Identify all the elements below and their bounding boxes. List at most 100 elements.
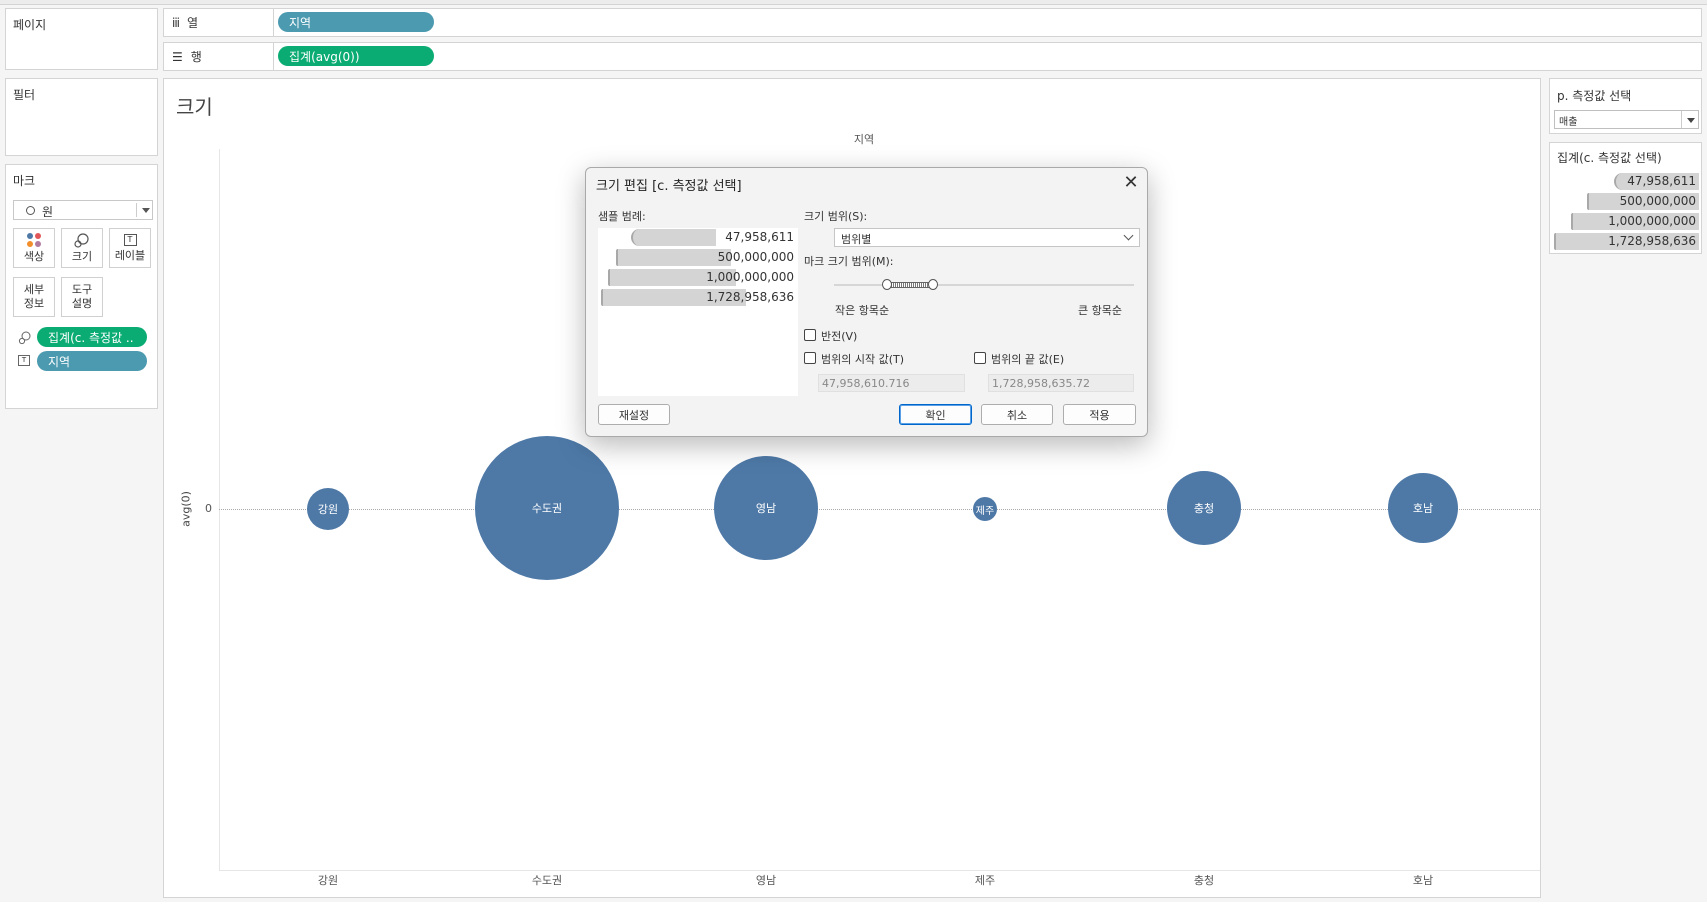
- chevron-down-icon: [1687, 118, 1695, 123]
- size-encoding-icon: [18, 331, 31, 345]
- sample-legend-value: 1,728,958,636: [706, 290, 794, 304]
- bubble-mark[interactable]: 호남: [1388, 473, 1458, 543]
- reset-button[interactable]: 재설정: [598, 404, 670, 425]
- end-value-checkbox[interactable]: [974, 352, 986, 364]
- rows-icon: ☰: [172, 49, 183, 64]
- parameter-dropdown[interactable]: 매출: [1554, 110, 1699, 129]
- sample-legend-bar: [631, 229, 716, 246]
- rows-shelf-header: ☰ 행: [164, 43, 274, 70]
- filters-card-title: 필터: [13, 88, 36, 102]
- column-header: 지역: [853, 133, 875, 146]
- pages-card[interactable]: 페이지: [5, 8, 158, 70]
- parameter-value: 매출: [1559, 117, 1578, 128]
- chevron-down-icon: [1681, 111, 1682, 128]
- zero-line: [219, 509, 1540, 510]
- detail-button[interactable]: 세부 정보: [13, 277, 55, 317]
- small-label: 작은 항목순: [835, 304, 890, 317]
- dropdown-divider: [136, 203, 137, 217]
- columns-shelf[interactable]: iii 열 지역: [163, 8, 1702, 37]
- tooltip-button-label: 도구 설명: [71, 283, 93, 310]
- size-legend-value: 47,958,611: [1627, 174, 1696, 188]
- end-value-text: 1,728,958,635.72: [992, 377, 1090, 390]
- columns-shelf-header: iii 열: [164, 9, 274, 36]
- columns-pill[interactable]: 지역: [278, 12, 434, 32]
- y-axis-label: avg(0): [179, 491, 193, 527]
- label-field-pill[interactable]: 지역: [37, 351, 147, 371]
- bubble-mark[interactable]: 영남: [714, 456, 818, 560]
- size-range-value: 범위별: [841, 233, 872, 246]
- bubble-mark[interactable]: 강원: [307, 488, 349, 530]
- end-value-field[interactable]: 1,728,958,635.72: [988, 374, 1134, 392]
- rows-shelf[interactable]: ☰ 행 집계(avg(0)): [163, 42, 1702, 71]
- size-icon: [74, 232, 89, 248]
- size-slider-track: [834, 284, 1134, 286]
- x-tick-label: 수도권: [531, 874, 563, 887]
- chevron-down-icon: [1123, 230, 1134, 241]
- size-range-dropdown[interactable]: 범위별: [834, 228, 1140, 247]
- size-legend-value: 1,000,000,000: [1608, 214, 1696, 228]
- reverse-checkbox[interactable]: [804, 329, 816, 341]
- start-value-field[interactable]: 47,958,610.716: [818, 374, 965, 392]
- end-value-label: 범위의 끝 값(E): [991, 353, 1065, 366]
- x-tick-label: 제주: [974, 874, 996, 887]
- circle-icon: [26, 206, 35, 215]
- sample-legend-value: 1,000,000,000: [706, 270, 794, 284]
- x-tick-label: 강원: [317, 874, 339, 887]
- size-slider-max-handle[interactable]: [928, 279, 938, 290]
- bubble-mark[interactable]: 제주: [973, 497, 997, 521]
- cancel-button[interactable]: 취소: [981, 404, 1053, 425]
- mark-size-range-label: 마크 크기 범위(M):: [804, 255, 894, 268]
- text-label-icon: T: [123, 233, 137, 246]
- apply-button[interactable]: 적용: [1063, 404, 1136, 425]
- rows-shelf-label: 행: [190, 50, 202, 64]
- top-strip: [0, 0, 1707, 5]
- color-dots-icon: [27, 232, 41, 247]
- size-field-pill[interactable]: 집계(c. 측정값 ..: [37, 327, 147, 347]
- start-value-checkbox[interactable]: [804, 352, 816, 364]
- filters-card[interactable]: 필터: [5, 78, 158, 156]
- x-tick-label: 호남: [1412, 874, 1434, 887]
- mark-type-dropdown[interactable]: 원: [13, 200, 153, 220]
- close-icon[interactable]: ✕: [1119, 172, 1143, 194]
- marks-card-title: 마크: [13, 174, 36, 188]
- size-button-label: 크기: [71, 249, 93, 263]
- size-button[interactable]: 크기: [61, 228, 103, 268]
- size-legend-value: 1,728,958,636: [1608, 234, 1696, 248]
- marks-card: 마크 원 색상 크기 T 레이블 세부 정보 도구 설명 집계(c. 측정값 .…: [5, 164, 158, 409]
- sample-legend-label: 샘플 범례:: [598, 210, 646, 223]
- start-value-text: 47,958,610.716: [822, 377, 910, 390]
- ok-button[interactable]: 확인: [899, 404, 972, 425]
- x-tick-label: 충청: [1193, 874, 1215, 887]
- label-button[interactable]: T 레이블: [109, 228, 151, 268]
- pages-card-title: 페이지: [13, 18, 47, 32]
- columns-shelf-label: 열: [187, 16, 199, 30]
- size-legend-title: 집계(c. 측정값 선택): [1557, 151, 1662, 165]
- dialog-title: 크기 편집 [c. 측정값 선택]: [596, 179, 742, 194]
- sample-legend-value: 500,000,000: [717, 250, 794, 264]
- reverse-label: 반전(V): [821, 330, 858, 343]
- tooltip-button[interactable]: 도구 설명: [61, 277, 103, 317]
- sample-legend-bar: [616, 249, 731, 266]
- parameter-title: p. 측정값 선택: [1557, 89, 1632, 103]
- color-button-label: 색상: [23, 249, 45, 263]
- sample-legend-box: 47,958,611 500,000,000 1,000,000,000 1,7…: [598, 228, 798, 396]
- worksheet-title: 크기: [176, 95, 213, 119]
- chevron-down-icon: [142, 208, 150, 213]
- mark-type-label: 원: [42, 205, 54, 219]
- size-slider-min-handle[interactable]: [882, 279, 892, 290]
- sample-legend-value: 47,958,611: [725, 230, 794, 244]
- color-button[interactable]: 색상: [13, 228, 55, 268]
- label-encoding-icon: T: [18, 355, 30, 366]
- y-tick-label: 0: [205, 502, 212, 515]
- bubble-mark[interactable]: 충청: [1167, 471, 1241, 545]
- bubble-mark[interactable]: 수도권: [475, 436, 619, 580]
- rows-pill[interactable]: 집계(avg(0)): [278, 46, 434, 66]
- columns-icon: iii: [172, 15, 180, 30]
- large-label: 큰 항목순: [1078, 304, 1122, 317]
- start-value-label: 범위의 시작 값(T): [821, 353, 905, 366]
- size-range-label: 크기 범위(S):: [804, 210, 868, 223]
- label-button-label: 레이블: [114, 248, 146, 262]
- edit-size-dialog: 크기 편집 [c. 측정값 선택] ✕ 샘플 범례: 47,958,611 50…: [585, 167, 1148, 437]
- x-tick-label: 영남: [755, 874, 777, 887]
- size-legend-value: 500,000,000: [1619, 194, 1696, 208]
